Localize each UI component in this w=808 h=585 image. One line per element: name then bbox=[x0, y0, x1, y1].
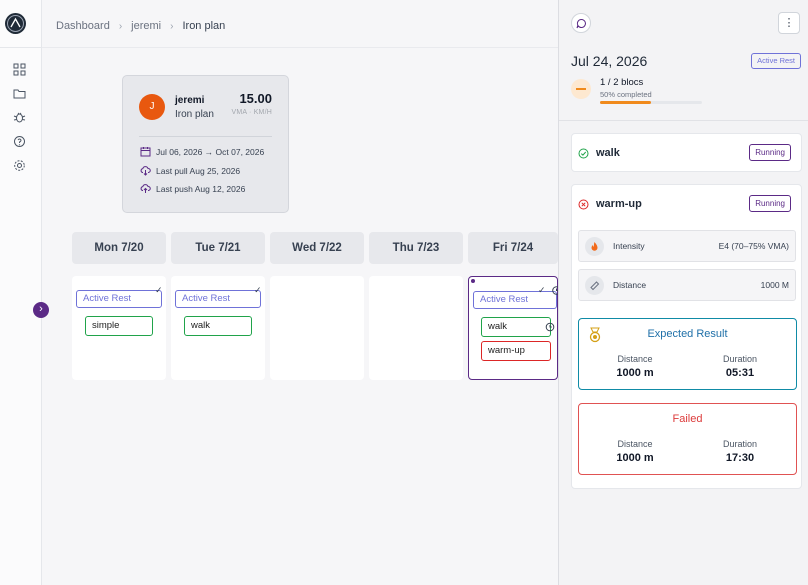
breadcrumb-plan: Iron plan bbox=[182, 20, 226, 32]
selected-dot bbox=[471, 279, 475, 283]
chevron-right-icon: › bbox=[170, 20, 174, 32]
progress-bar bbox=[600, 101, 702, 104]
distance-label: Distance bbox=[617, 439, 653, 449]
athlete-plan: Iron plan bbox=[175, 109, 214, 120]
chevron-right-icon: › bbox=[118, 20, 123, 32]
day-header-tue: Tue 7/21 bbox=[171, 232, 265, 264]
progress-icon bbox=[571, 79, 591, 99]
check-icon: ✓ bbox=[254, 285, 262, 295]
cloud-upload-icon bbox=[140, 184, 151, 193]
type-badge: Running bbox=[749, 144, 791, 161]
athlete-vma: 15.00 bbox=[239, 91, 272, 106]
app-logo[interactable] bbox=[5, 13, 26, 34]
distance-value: 1000 m bbox=[616, 452, 654, 464]
more-menu-icon[interactable]: ⋮ bbox=[778, 12, 800, 34]
active-rest-tag[interactable]: Active Rest bbox=[76, 290, 162, 308]
block-title: warm-up bbox=[596, 198, 642, 210]
day-cell-fri[interactable]: Active Rest ✓ walk warm-up bbox=[468, 276, 561, 380]
panel-divider bbox=[559, 120, 808, 121]
duration-label: Duration bbox=[722, 354, 758, 364]
duration-value: 17:30 bbox=[725, 452, 755, 464]
last-pull-text: Last pull Aug 25, 2026 bbox=[156, 165, 241, 176]
failed-distance: Distance 1000 m bbox=[595, 439, 675, 464]
duration-label: Duration bbox=[722, 439, 758, 449]
progress-label: 50% completed bbox=[600, 90, 652, 99]
distance-value: 1000 m bbox=[616, 367, 654, 379]
calendar-icon bbox=[140, 147, 151, 157]
session-tag[interactable]: simple bbox=[85, 316, 153, 336]
day-header-thu: Thu 7/23 bbox=[369, 232, 463, 264]
metric-label: Intensity bbox=[613, 241, 645, 251]
ruler-icon bbox=[585, 276, 604, 295]
metric-distance: Distance 1000 M bbox=[578, 269, 796, 301]
day-cell-thu[interactable] bbox=[369, 276, 463, 380]
expected-result: Expected Result Distance 1000 m Duration… bbox=[578, 318, 797, 390]
failed-result: Failed Distance 1000 m Duration 17:30 bbox=[578, 403, 797, 475]
block-card-walk[interactable]: walk Running bbox=[571, 133, 802, 172]
type-badge: Running bbox=[749, 195, 791, 212]
metric-value: E4 (70–75% VMA) bbox=[718, 241, 789, 251]
chat-button[interactable] bbox=[571, 13, 591, 33]
dashboard-icon[interactable] bbox=[13, 63, 26, 76]
distance-label: Distance bbox=[617, 354, 653, 364]
last-push: Last push Aug 12, 2026 bbox=[140, 183, 245, 194]
last-push-text: Last push Aug 12, 2026 bbox=[156, 183, 246, 194]
breadcrumb: Dashboard › jeremi › Iron plan bbox=[56, 20, 225, 32]
last-pull: Last pull Aug 25, 2026 bbox=[140, 165, 240, 176]
failed-title: Failed bbox=[672, 413, 703, 425]
check-icon: ✓ bbox=[155, 285, 163, 295]
panel-rest-badge: Active Rest bbox=[751, 53, 801, 69]
panel-date: Jul 24, 2026 bbox=[571, 53, 648, 69]
session-tag-failed[interactable]: warm-up bbox=[481, 341, 551, 361]
day-cell-tue[interactable]: Active Rest ✓ walk bbox=[171, 276, 265, 380]
avatar: J bbox=[139, 94, 165, 120]
plan-dates-text: Jul 06, 2026 → Oct 07, 2026 bbox=[156, 146, 265, 157]
history-icon bbox=[545, 322, 555, 332]
settings-icon[interactable] bbox=[13, 159, 26, 172]
active-rest-tag[interactable]: Active Rest bbox=[175, 290, 261, 308]
session-tag[interactable]: walk bbox=[184, 316, 252, 336]
check-circle-icon bbox=[578, 148, 589, 159]
sidebar-divider bbox=[0, 47, 42, 48]
cloud-download-icon bbox=[140, 166, 151, 176]
day-header-fri: Fri 7/24 bbox=[468, 232, 558, 264]
flame-icon bbox=[585, 237, 604, 256]
block-card-warm-up[interactable]: warm-up Running Intensity E4 (70–75% VMA… bbox=[571, 184, 802, 489]
athlete-name: jeremi bbox=[175, 95, 205, 106]
progress-count: 1 / 2 blocs bbox=[600, 77, 644, 88]
folder-icon[interactable] bbox=[13, 87, 26, 100]
help-icon[interactable] bbox=[13, 135, 26, 148]
header-divider bbox=[42, 47, 558, 48]
expected-distance: Distance 1000 m bbox=[595, 354, 675, 379]
day-cell-wed[interactable] bbox=[270, 276, 364, 380]
athlete-card[interactable]: J jeremi Iron plan 15.00 VMA · KM/H Jul … bbox=[122, 75, 289, 213]
failed-duration: Duration 17:30 bbox=[700, 439, 780, 464]
breadcrumb-athlete[interactable]: jeremi bbox=[131, 20, 161, 32]
day-header-mon: Mon 7/20 bbox=[72, 232, 166, 264]
sidebar bbox=[0, 0, 42, 585]
metric-label: Distance bbox=[613, 280, 647, 290]
athlete-vma-unit: VMA · KM/H bbox=[231, 109, 272, 116]
chevron-right-icon[interactable]: › bbox=[33, 302, 49, 318]
breadcrumb-dashboard[interactable]: Dashboard bbox=[56, 20, 110, 32]
expected-duration: Duration 05:31 bbox=[700, 354, 780, 379]
metric-intensity: Intensity E4 (70–75% VMA) bbox=[578, 230, 796, 262]
progress-fill bbox=[600, 101, 651, 104]
plan-dates: Jul 06, 2026 → Oct 07, 2026 bbox=[140, 146, 264, 157]
day-cell-mon[interactable]: Active Rest ✓ simple bbox=[72, 276, 166, 380]
day-header-wed: Wed 7/22 bbox=[270, 232, 364, 264]
day-detail-panel: ⋮ Jul 24, 2026 Active Rest 1 / 2 blocs 5… bbox=[558, 0, 808, 585]
chat-icon bbox=[576, 18, 586, 29]
card-divider bbox=[139, 136, 272, 137]
session-tag[interactable]: walk bbox=[481, 317, 551, 337]
x-circle-icon bbox=[578, 199, 589, 210]
expected-title: Expected Result bbox=[647, 328, 728, 340]
check-icon: ✓ bbox=[538, 285, 546, 295]
metric-value: 1000 M bbox=[760, 280, 789, 290]
bug-icon[interactable] bbox=[13, 111, 26, 124]
duration-value: 05:31 bbox=[725, 367, 755, 379]
block-title: walk bbox=[596, 147, 620, 159]
